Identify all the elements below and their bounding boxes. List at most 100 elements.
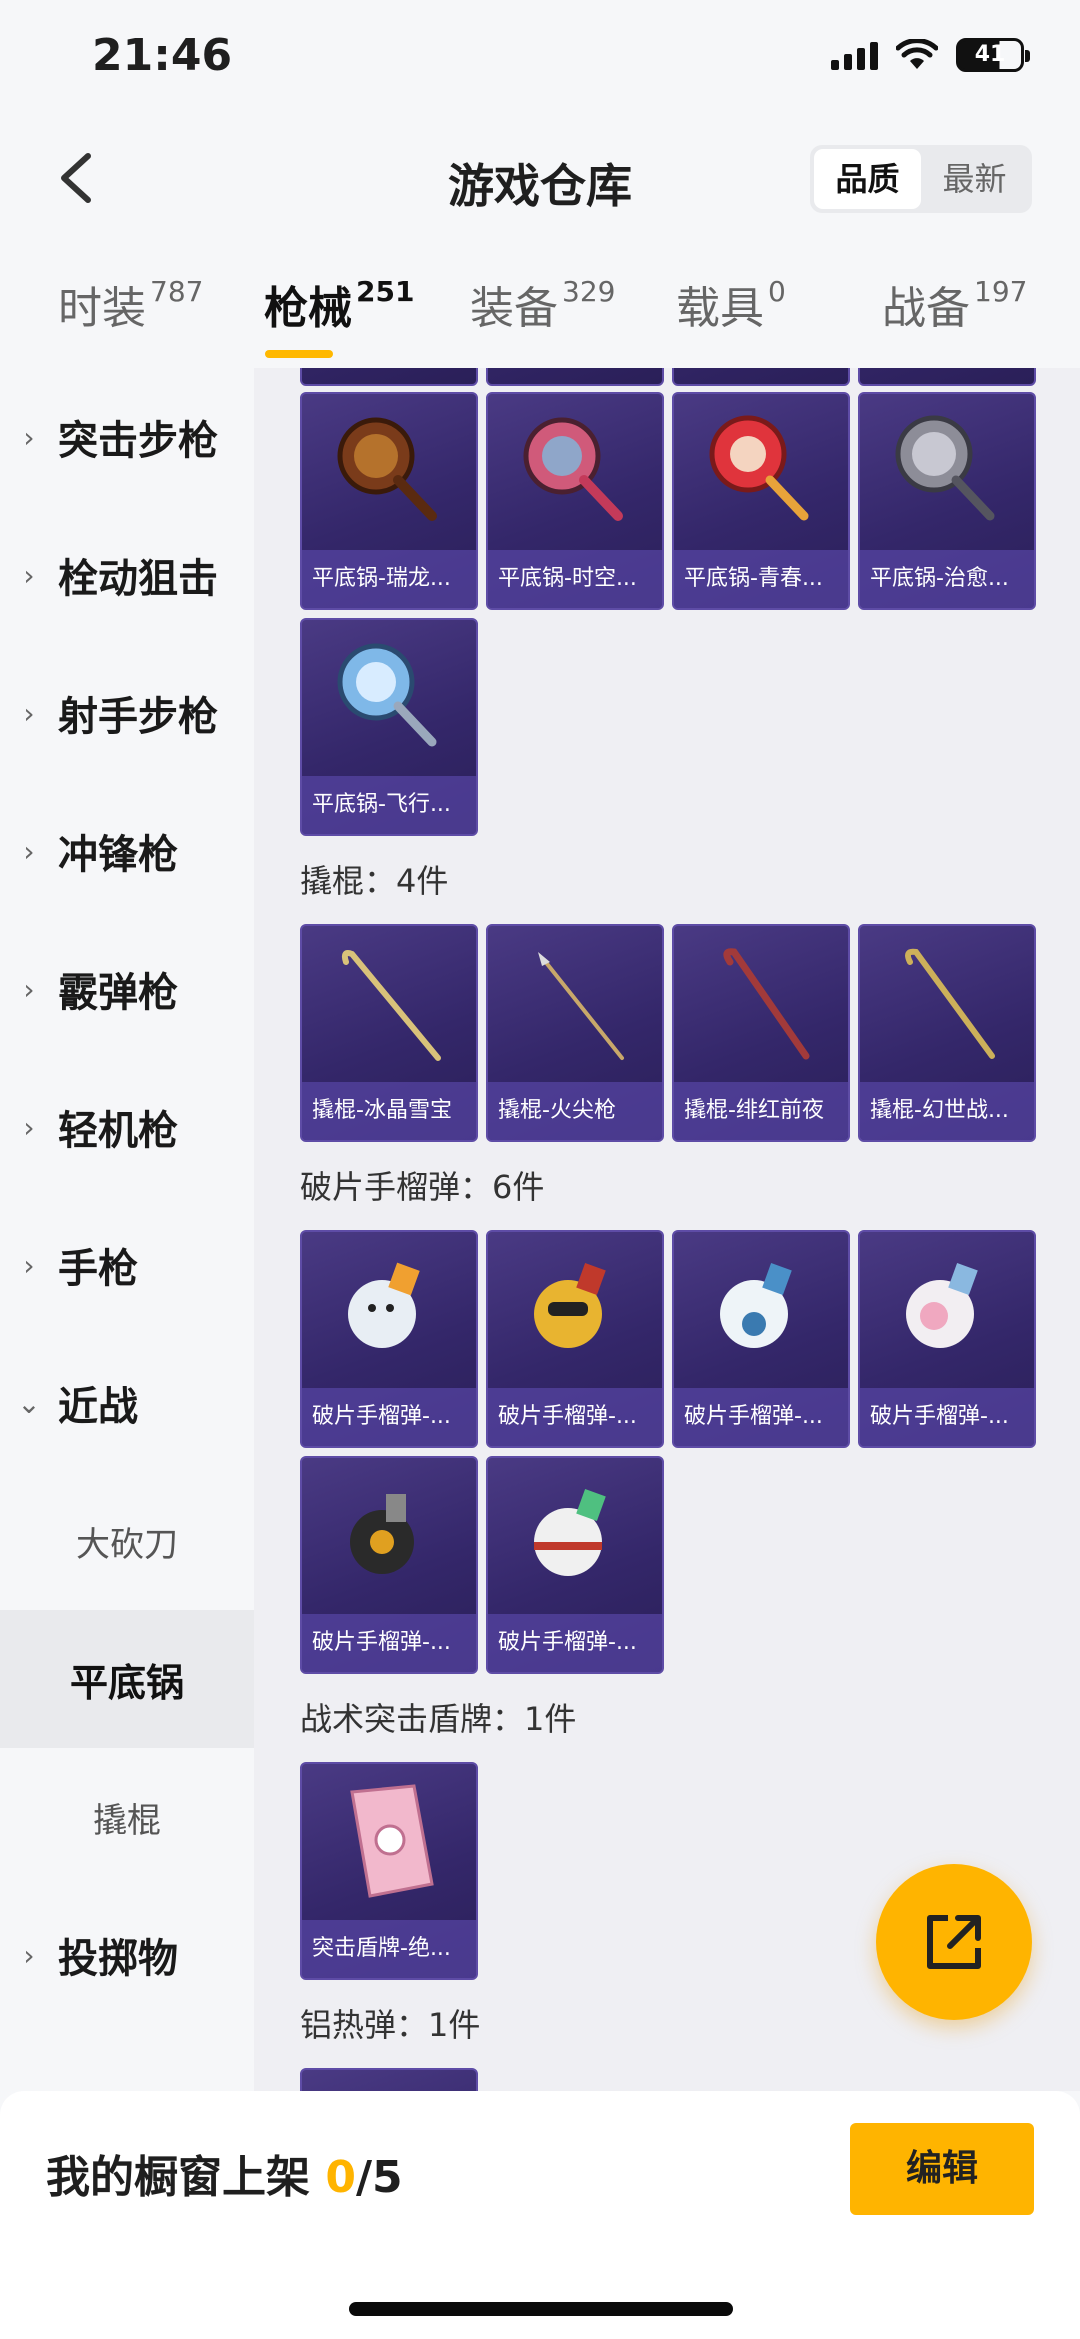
sidebar-item-shotgun[interactable]: › 霰弹枪 (0, 920, 254, 1058)
edit-button[interactable]: 编辑 (850, 2123, 1034, 2215)
sort-by-quality-button[interactable]: 品质 (814, 149, 921, 209)
home-indicator (349, 2302, 733, 2316)
showcase-total: /5 (355, 2152, 403, 2203)
sidebar-item-label: 突击步枪 (58, 418, 218, 464)
sidebar-item-lmg[interactable]: › 轻机枪 (0, 1058, 254, 1196)
item-card-pan[interactable]: 平底锅-青春... (672, 392, 850, 610)
sidebar-item-label: 冲锋枪 (58, 832, 178, 878)
item-name: 破片手榴弹-... (302, 1614, 476, 1672)
grenade-icon (720, 1263, 792, 1348)
grenade-icon (348, 1262, 420, 1348)
section-title-thermite: 铝热弹：1件 (300, 2006, 481, 2044)
tab-equipment[interactable]: 装备 329 (470, 272, 615, 336)
active-tab-indicator (265, 350, 333, 358)
sidebar-item-melee[interactable]: ⌄ 近战 (0, 1334, 254, 1472)
spear-icon (538, 952, 624, 1060)
category-tabs: 时装 787 枪械 251 装备 329 载具 0 战备 197 (0, 262, 1080, 368)
tab-label: 枪械 (264, 283, 352, 334)
item-card-pan[interactable]: 平底锅-时空... (486, 392, 664, 610)
sidebar-item-smg[interactable]: › 冲锋枪 (0, 782, 254, 920)
item-name: 破片手榴弹-... (860, 1388, 1034, 1446)
tab-count: 197 (974, 275, 1028, 308)
sidebar-item-pistol[interactable]: › 手枪 (0, 1196, 254, 1334)
item-name: 撬棍-幻世战... (860, 1082, 1034, 1140)
section-title-shield: 战术突击盾牌：1件 (300, 1700, 577, 1738)
tab-fashion[interactable]: 时装 787 (58, 272, 203, 336)
sidebar-subitem-crowbar[interactable]: 撬棍 (0, 1748, 254, 1886)
item-card-grenade[interactable]: 破片手榴弹-... (486, 1456, 664, 1674)
tab-label: 载具 (676, 283, 764, 334)
item-name: 破片手榴弹-... (674, 1388, 848, 1446)
battery-icon: 41 (956, 38, 1030, 72)
sidebar-item-marksman-rifle[interactable]: › 射手步枪 (0, 644, 254, 782)
header: 游戏仓库 品质 最新 (0, 120, 1080, 240)
chevron-right-icon: › (23, 972, 35, 1006)
crowbar-icon (723, 948, 810, 1060)
frying-pan-icon (709, 415, 809, 521)
sidebar-item-label: 手枪 (58, 1246, 138, 1292)
item-card-pan[interactable]: 平底锅-瑞龙... (300, 392, 478, 610)
showcase-label: 我的橱窗上架 (46, 2152, 310, 2203)
sidebar-item-bolt-sniper[interactable]: › 栓动狙击 (0, 506, 254, 644)
tab-count: 251 (356, 275, 415, 308)
share-icon (927, 1915, 981, 1969)
item-card-crowbar[interactable]: 撬棍-冰晶雪宝 (300, 924, 478, 1142)
chevron-right-icon: › (23, 1110, 35, 1144)
sidebar-item-label: 霰弹枪 (58, 970, 178, 1016)
tab-vehicles[interactable]: 载具 0 (676, 272, 786, 336)
tab-count: 787 (150, 275, 204, 308)
item-name: 破片手榴弹-... (488, 1614, 662, 1672)
tab-guns[interactable]: 枪械 251 (264, 272, 414, 336)
sort-by-newest-button[interactable]: 最新 (921, 149, 1028, 209)
sidebar-item-label: 平底锅 (69, 1660, 184, 1705)
item-card-pan[interactable]: 平底锅-治愈... (858, 392, 1036, 610)
sidebar-item-label: 射手步枪 (58, 694, 218, 740)
crowbar-icon (341, 950, 441, 1061)
status-time: 21:46 (92, 30, 233, 81)
item-card-grenade[interactable]: 破片手榴弹-... (486, 1230, 664, 1448)
sidebar-item-assault-rifle[interactable]: › 突击步枪 (0, 368, 254, 506)
item-card[interactable] (300, 368, 478, 386)
sidebar-subitem-machete[interactable]: 大砍刀 (0, 1472, 254, 1610)
grenade-icon (906, 1263, 978, 1348)
item-card-grenade[interactable]: 破片手榴弹-... (300, 1230, 478, 1448)
share-button[interactable] (876, 1864, 1032, 2020)
tab-count: 0 (768, 275, 786, 308)
item-card-shield[interactable]: 突击盾牌-绝... (300, 1762, 478, 1980)
tab-label: 时装 (58, 283, 146, 334)
item-card-grenade[interactable]: 破片手榴弹-... (300, 1456, 478, 1674)
sidebar-item-label: 近战 (58, 1384, 138, 1430)
item-card[interactable] (858, 368, 1036, 386)
sidebar-item-throwables[interactable]: › 投掷物 (0, 1886, 254, 2024)
section-title-grenade: 破片手榴弹：6件 (300, 1168, 545, 1206)
status-bar: 21:46 41 (0, 0, 1080, 120)
wifi-icon (896, 39, 938, 69)
sidebar-subitem-pan[interactable]: 平底锅 (0, 1610, 254, 1748)
item-card-crowbar[interactable]: 撬棍-火尖枪 (486, 924, 664, 1142)
item-name: 破片手榴弹-... (302, 1388, 476, 1446)
frying-pan-icon (895, 415, 995, 521)
chevron-right-icon: › (23, 1938, 35, 1972)
item-name: 平底锅-治愈... (860, 550, 1034, 608)
item-card-crowbar[interactable]: 撬棍-幻世战... (858, 924, 1036, 1142)
chevron-right-icon: › (23, 1248, 35, 1282)
frying-pan-icon (337, 643, 437, 747)
item-card[interactable] (300, 2068, 478, 2091)
tab-supplies[interactable]: 战备 197 (882, 272, 1027, 336)
chevron-right-icon: › (23, 696, 35, 730)
status-icons: 41 (831, 38, 1030, 72)
grenade-icon (350, 1494, 414, 1574)
showcase-count: 0 (325, 2152, 356, 2203)
cellular-signal-icon (831, 40, 878, 70)
item-card-crowbar[interactable]: 撬棍-绯红前夜 (672, 924, 850, 1142)
tab-count: 329 (562, 275, 616, 308)
item-card-grenade[interactable]: 破片手榴弹-... (672, 1230, 850, 1448)
item-name: 突击盾牌-绝... (302, 1920, 476, 1978)
showcase-status: 我的橱窗上架 0/5 (46, 2141, 403, 2205)
item-name: 撬棍-火尖枪 (488, 1082, 662, 1140)
item-card[interactable] (672, 368, 850, 386)
item-card[interactable] (486, 368, 664, 386)
item-name: 平底锅-时空... (488, 550, 662, 608)
item-card-pan[interactable]: 平底锅-飞行... (300, 618, 478, 836)
item-card-grenade[interactable]: 破片手榴弹-... (858, 1230, 1036, 1448)
